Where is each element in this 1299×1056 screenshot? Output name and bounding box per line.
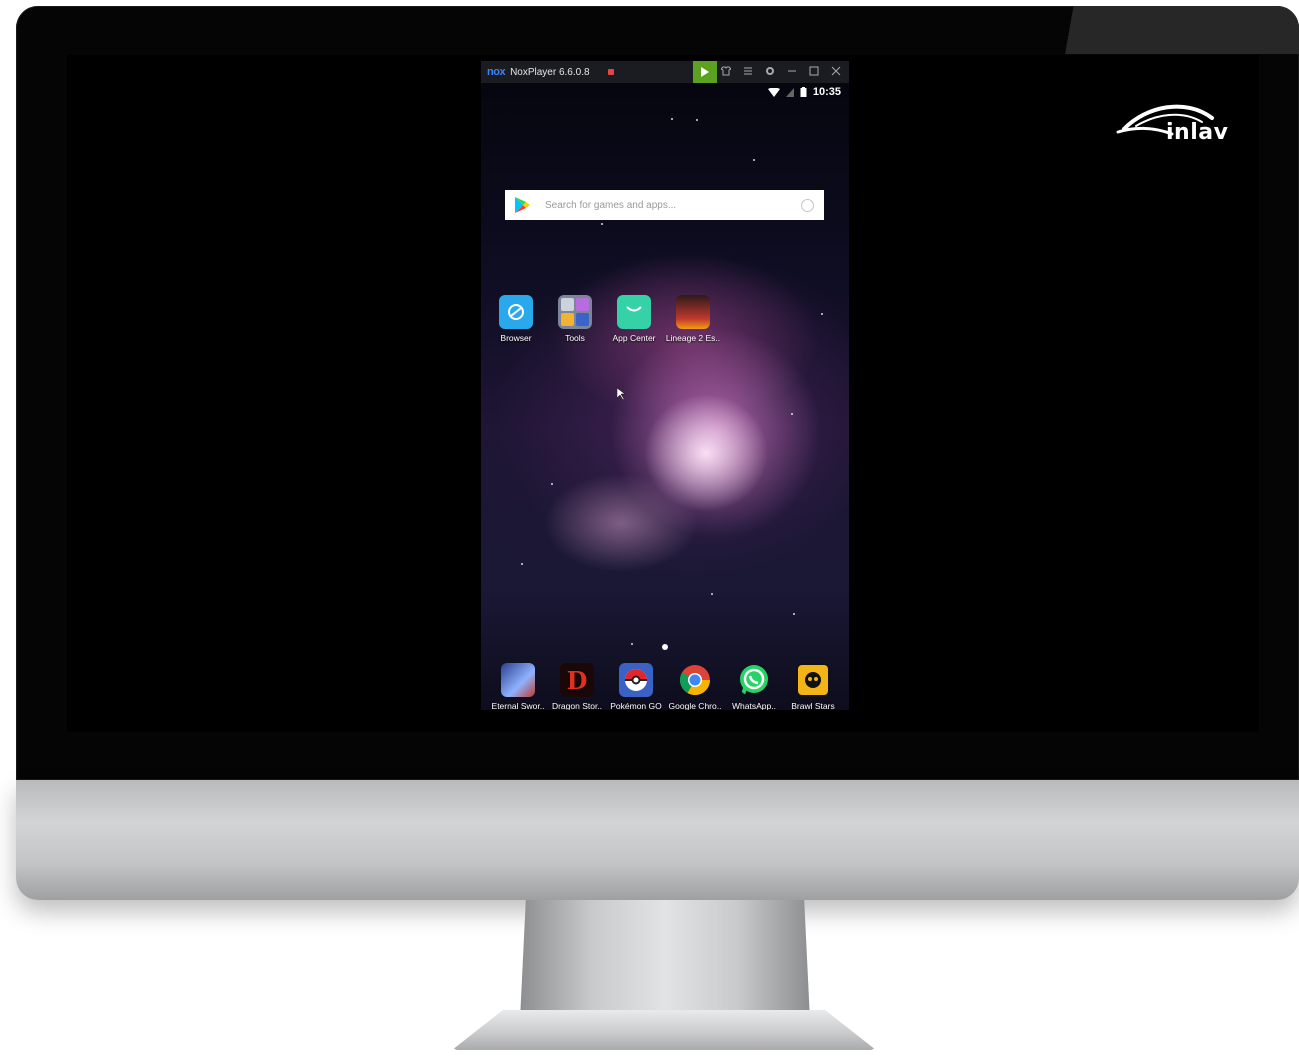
imac-stand-base (452, 1010, 876, 1050)
app-label: Lineage 2 Es.. (665, 333, 721, 343)
page-indicator (662, 644, 668, 650)
battery-icon (800, 87, 807, 97)
wifi-icon (767, 87, 780, 97)
clock: 10:35 (812, 86, 841, 98)
menu-icon (744, 67, 752, 74)
app-label: Dragon Stor.. (551, 701, 603, 710)
google-play-icon (515, 197, 530, 213)
imac-chin (16, 780, 1299, 900)
app-label: Pokémon GO (610, 701, 662, 710)
mouse-cursor-icon (617, 388, 625, 400)
status-bar: 10:35 (767, 86, 841, 98)
app-lineage-2[interactable]: Lineage 2 Es.. (663, 295, 723, 343)
menu-button[interactable] (737, 66, 759, 79)
dock: Eternal Swor.. D Dragon Stor.. Pokémon G… (489, 663, 841, 710)
star (753, 159, 755, 161)
star (671, 118, 673, 120)
play-store-search-bar[interactable]: Search for games and apps... (505, 190, 824, 220)
whatsapp-icon (737, 663, 771, 697)
app-label: Browser (500, 333, 532, 343)
settings-icon (766, 66, 774, 75)
app-center-icon (617, 295, 651, 329)
bezel-glare (1029, 6, 1299, 54)
eternal-sword-icon (501, 663, 535, 697)
play-icon (701, 67, 709, 77)
search-placeholder: Search for games and apps... (545, 199, 677, 211)
star (601, 223, 603, 225)
app-app-center[interactable]: App Center (604, 295, 664, 343)
search-icon[interactable] (801, 198, 814, 212)
star (821, 313, 823, 315)
dragon-storm-icon: D (560, 663, 594, 697)
settings-button[interactable] (759, 66, 781, 79)
dock-app-google-chrome[interactable]: Google Chro.. (665, 663, 725, 710)
chrome-icon (678, 663, 712, 697)
star (791, 413, 793, 415)
app-label: Tools (565, 333, 585, 343)
star (696, 119, 698, 121)
pokeball-icon (619, 663, 653, 697)
minimize-button[interactable] (781, 66, 803, 79)
window-title: NoxPlayer 6.6.0.8 (510, 66, 590, 78)
brand-logo-text: inlav (1166, 120, 1229, 145)
star (631, 643, 633, 645)
nox-player-window[interactable]: nox NoxPlayer 6.6.0.8 10:35 Search for g… (481, 61, 849, 710)
app-browser[interactable]: Browser (486, 295, 546, 343)
play-store-button[interactable] (693, 61, 717, 83)
app-label: WhatsApp.. (732, 701, 776, 710)
dock-app-dragon-storm[interactable]: D Dragon Stor.. (547, 663, 607, 710)
dock-app-brawl-stars[interactable]: Brawl Stars (783, 663, 843, 710)
app-label: Brawl Stars (791, 701, 835, 710)
dock-app-whatsapp[interactable]: WhatsApp.. (724, 663, 784, 710)
app-tools[interactable]: Tools (545, 295, 605, 343)
brand-logo: inlav (1116, 96, 1229, 154)
no-signal-icon (785, 87, 794, 97)
nox-logo: nox (487, 66, 506, 78)
maximize-icon (809, 66, 819, 75)
shirt-icon (720, 66, 732, 75)
star (711, 593, 713, 595)
star (793, 613, 795, 615)
browser-icon (499, 295, 533, 329)
close-icon (831, 66, 841, 75)
record-indicator-icon (607, 69, 614, 75)
app-label: App Center (612, 333, 656, 343)
close-button[interactable] (825, 66, 847, 79)
skin-button[interactable] (715, 66, 737, 79)
brawl-stars-icon (796, 663, 830, 697)
minimize-icon (788, 70, 796, 71)
app-label: Eternal Swor.. (491, 701, 545, 710)
imac-stand (520, 900, 810, 1020)
dock-app-pokemon-go[interactable]: Pokémon GO (606, 663, 666, 710)
tools-icon (558, 295, 592, 329)
lineage-2-icon (676, 295, 710, 329)
star (521, 563, 523, 565)
dock-app-eternal-sword[interactable]: Eternal Swor.. (488, 663, 548, 710)
star (551, 483, 553, 485)
android-home-screen[interactable]: 10:35 Search for games and apps... Brows… (481, 83, 849, 710)
maximize-button[interactable] (803, 66, 825, 79)
app-label: Google Chro.. (668, 701, 722, 710)
title-bar[interactable]: nox NoxPlayer 6.6.0.8 (481, 61, 849, 83)
